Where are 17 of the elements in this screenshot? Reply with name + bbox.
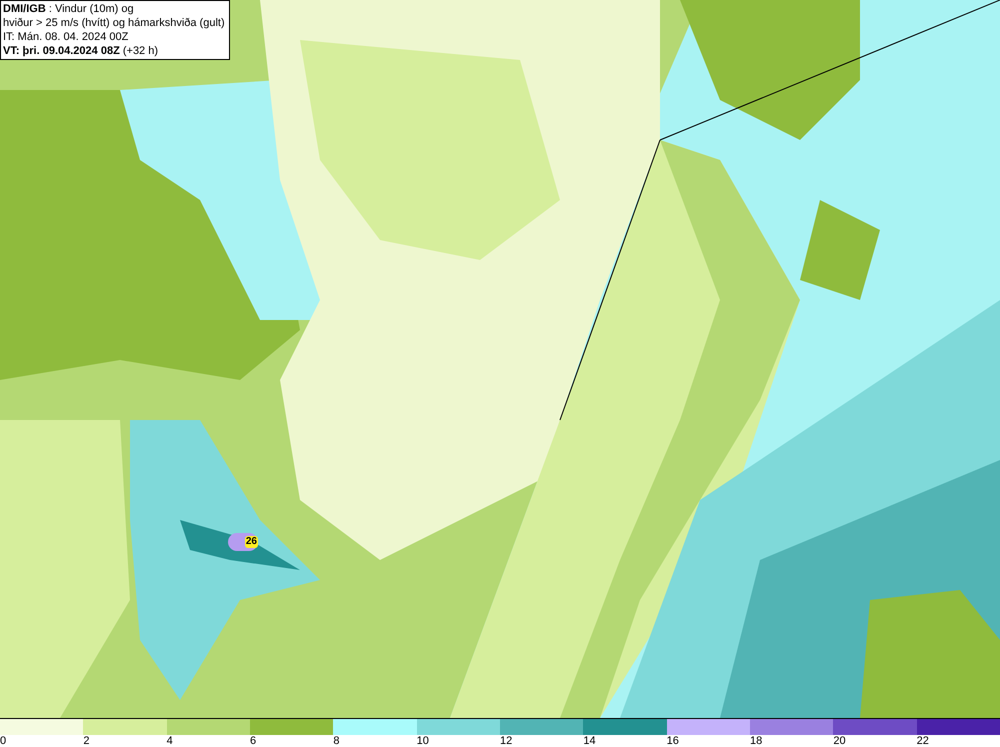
legend-label: 2 [83,735,90,747]
legend-label: 4 [166,735,173,747]
legend-label: 6 [250,735,256,747]
legend-label: 14 [583,735,596,747]
legend-label: 8 [333,735,340,747]
legend-label: 18 [750,735,762,747]
header-line: VT: þri. 09.04.2024 08Z (+32 h) [3,44,160,58]
legend-label: 20 [833,735,846,747]
legend-label: 10 [416,735,429,747]
header-line: IT: Mán. 08. 04. 2024 00Z [3,30,130,44]
legend-label: 16 [666,735,679,747]
legend-label: 12 [500,735,512,747]
legend-label: 0 [0,735,6,747]
header-line: hviður > 25 m/s (hvítt) og hámarkshviða (gult) [3,16,226,30]
header-line: DMI/IGB : Vindur (10m) og [3,2,135,16]
max-gust-badge: 26 [244,536,258,548]
legend-label: 22 [916,735,929,747]
